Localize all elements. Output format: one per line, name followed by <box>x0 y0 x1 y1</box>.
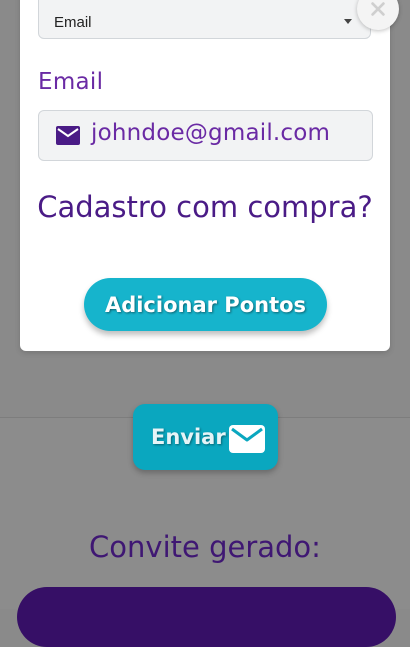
add-points-button[interactable]: Adicionar Pontos <box>84 278 327 331</box>
email-label: Email <box>38 69 104 95</box>
invite-title: Convite gerado: <box>89 530 321 564</box>
select-value: Email <box>54 14 92 31</box>
purchase-question: Cadastro com compra? <box>37 190 373 224</box>
invite-result-box <box>17 587 396 647</box>
send-button[interactable]: Enviar <box>133 404 278 470</box>
email-field[interactable]: johndoe@gmail.com <box>38 110 373 161</box>
close-icon <box>371 2 385 16</box>
mail-icon <box>56 126 80 145</box>
mail-icon <box>229 425 265 453</box>
chevron-down-icon <box>344 19 352 24</box>
email-input-value: johndoe@gmail.com <box>91 120 331 146</box>
send-button-label: Enviar <box>151 425 226 449</box>
contact-type-select[interactable]: Email <box>38 0 371 39</box>
